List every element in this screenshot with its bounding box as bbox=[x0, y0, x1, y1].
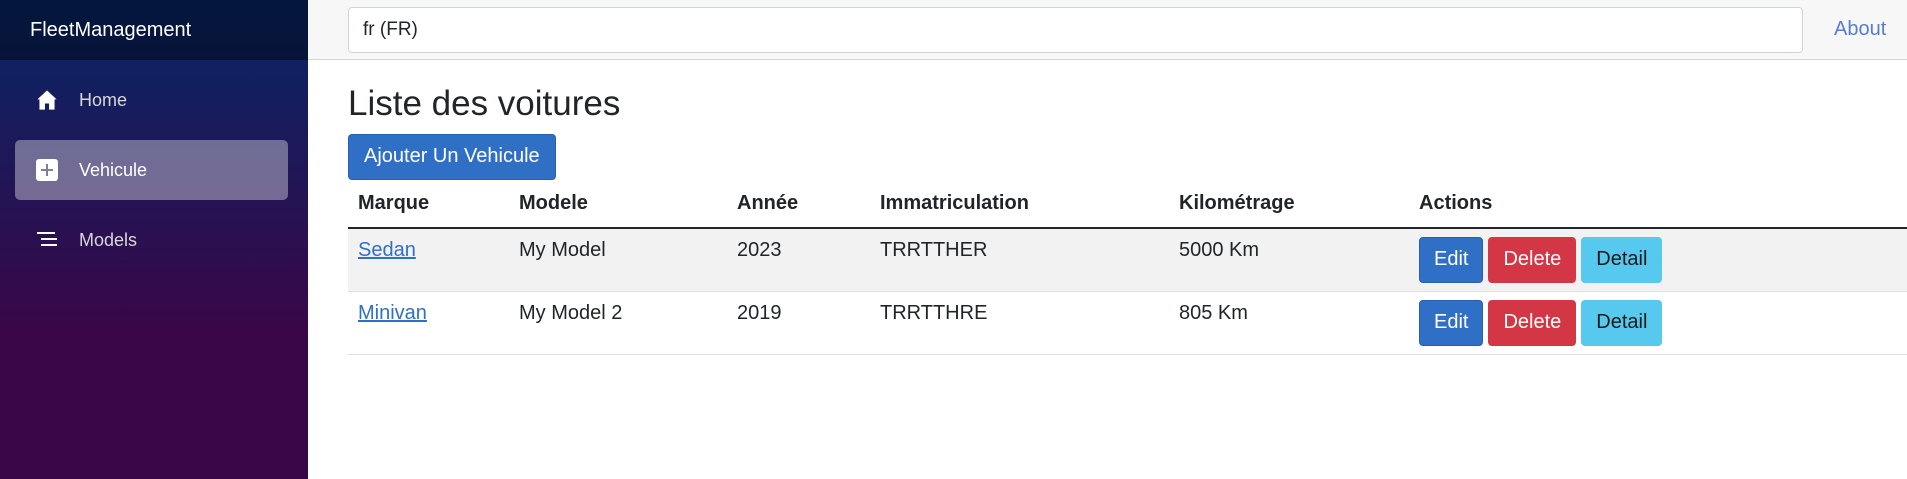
column-header-annee: Année bbox=[727, 181, 870, 229]
sidebar: FleetManagement Home Vehicule Models bbox=[0, 0, 308, 479]
marque-link[interactable]: Minivan bbox=[358, 302, 427, 324]
vehicles-table: Marque Modele Année Immatriculation Kilo… bbox=[348, 181, 1907, 355]
column-header-marque: Marque bbox=[348, 181, 509, 229]
cell-marque: Sedan bbox=[348, 227, 509, 292]
sidebar-item-home[interactable]: Home bbox=[15, 70, 288, 130]
column-header-actions: Actions bbox=[1409, 181, 1907, 229]
app-brand[interactable]: FleetManagement bbox=[30, 19, 191, 42]
cell-modele: My Model 2 bbox=[509, 291, 727, 355]
edit-button[interactable]: Edit bbox=[1419, 236, 1484, 283]
sidebar-item-models[interactable]: Models bbox=[15, 210, 288, 270]
column-header-modele: Modele bbox=[509, 181, 727, 229]
sidebar-nav: Home Vehicule Models bbox=[0, 60, 308, 270]
cell-annee: 2019 bbox=[727, 291, 870, 355]
brand-bar: FleetManagement bbox=[0, 0, 308, 60]
table-row: Sedan My Model 2023 TRRTTHER 5000 Km Edi… bbox=[348, 227, 1907, 292]
cell-immatriculation: TRRTTHRE bbox=[870, 291, 1169, 355]
culture-select[interactable]: fr (FR) bbox=[348, 6, 1803, 53]
plus-icon bbox=[35, 158, 59, 182]
page-title: Liste des voitures bbox=[348, 84, 621, 123]
detail-button[interactable]: Detail bbox=[1581, 236, 1663, 283]
table-row: Minivan My Model 2 2019 TRRTTHRE 805 Km … bbox=[348, 291, 1907, 355]
add-vehicule-button[interactable]: Ajouter Un Vehicule bbox=[348, 133, 556, 180]
detail-button[interactable]: Detail bbox=[1581, 299, 1663, 346]
sidebar-item-label: Home bbox=[79, 89, 128, 110]
cell-marque: Minivan bbox=[348, 291, 509, 355]
cell-immatriculation: TRRTTHER bbox=[870, 227, 1169, 292]
about-link[interactable]: About bbox=[1834, 18, 1886, 41]
cell-annee: 2023 bbox=[727, 227, 870, 292]
list-icon bbox=[35, 228, 59, 252]
cell-kilometrage: 5000 Km bbox=[1169, 227, 1409, 292]
delete-button[interactable]: Delete bbox=[1488, 236, 1577, 283]
page-content: Liste des voitures Ajouter Un Vehicule M… bbox=[308, 84, 1907, 355]
cell-actions: Edit Delete Detail bbox=[1409, 227, 1907, 292]
main-area: fr (FR) About Liste des voitures Ajouter… bbox=[308, 0, 1907, 479]
sidebar-item-vehicule[interactable]: Vehicule bbox=[15, 140, 288, 200]
edit-button[interactable]: Edit bbox=[1419, 299, 1484, 346]
delete-button[interactable]: Delete bbox=[1488, 299, 1577, 346]
cell-modele: My Model bbox=[509, 227, 727, 292]
row-actions: Edit Delete Detail bbox=[1419, 236, 1907, 283]
marque-link[interactable]: Sedan bbox=[358, 239, 416, 261]
cell-actions: Edit Delete Detail bbox=[1409, 291, 1907, 355]
row-actions: Edit Delete Detail bbox=[1419, 299, 1907, 346]
column-header-immatriculation: Immatriculation bbox=[870, 181, 1169, 229]
top-bar: fr (FR) About bbox=[308, 0, 1907, 60]
sidebar-item-label: Models bbox=[79, 229, 138, 250]
home-icon bbox=[35, 88, 59, 112]
table-header-row: Marque Modele Année Immatriculation Kilo… bbox=[348, 181, 1907, 229]
column-header-kilometrage: Kilométrage bbox=[1169, 181, 1409, 229]
cell-kilometrage: 805 Km bbox=[1169, 291, 1409, 355]
sidebar-item-label: Vehicule bbox=[79, 159, 148, 180]
